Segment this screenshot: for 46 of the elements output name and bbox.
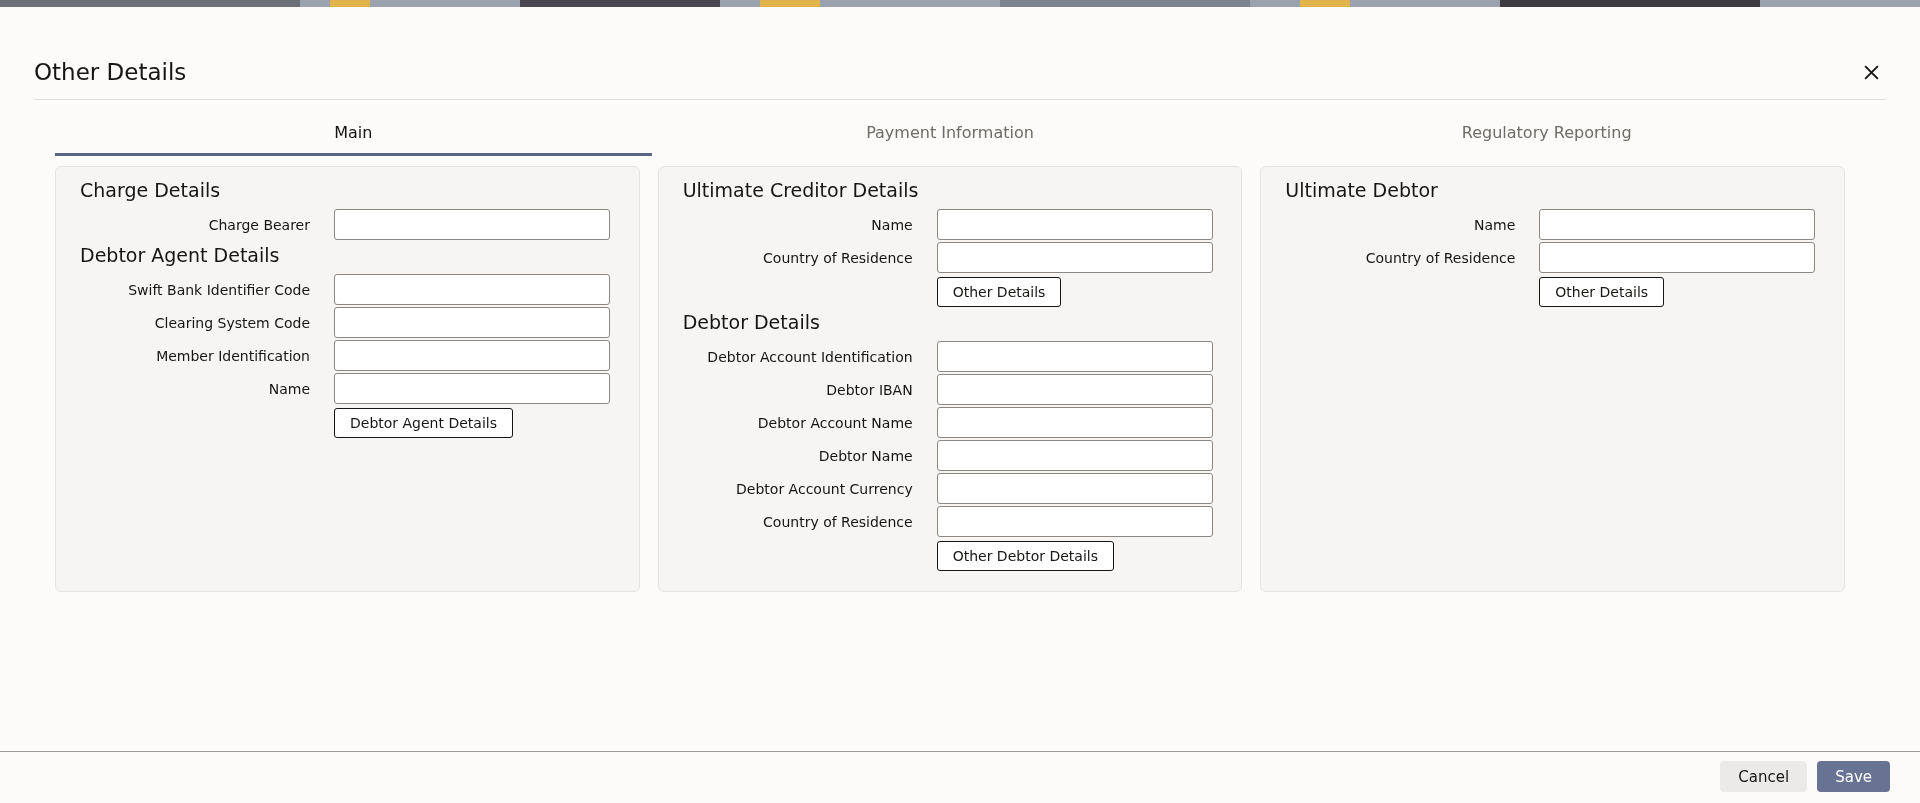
field-label: Name xyxy=(1473,216,1516,233)
input-field[interactable] xyxy=(936,440,1213,471)
section-heading: Charge Details xyxy=(80,179,222,201)
field-label: Debtor Account Name xyxy=(756,414,913,431)
field-label: Name xyxy=(870,216,913,233)
section-heading: Ultimate Creditor Details xyxy=(682,179,920,201)
input-field[interactable] xyxy=(334,340,610,371)
section-heading: Debtor Details xyxy=(682,311,821,333)
save-button[interactable]: Save xyxy=(1817,761,1890,792)
details-button[interactable]: Other Debtor Details xyxy=(936,541,1114,571)
field-label: Swift Bank Identifier Code xyxy=(127,281,310,298)
details-button[interactable]: Other Details xyxy=(936,277,1062,307)
input-field[interactable] xyxy=(1539,242,1816,273)
field-label: Country of Residence xyxy=(762,249,913,266)
field-label: Name xyxy=(267,380,310,397)
input-field[interactable] xyxy=(936,407,1213,438)
section-heading: Ultimate Debtor xyxy=(1285,179,1439,201)
input-field[interactable] xyxy=(334,373,610,404)
tab[interactable]: Regulatory Reporting xyxy=(1248,118,1845,156)
details-button[interactable]: Debtor Agent Details xyxy=(334,408,513,438)
input-field[interactable] xyxy=(936,506,1213,537)
cancel-button[interactable]: Cancel xyxy=(1720,761,1808,792)
dialog-title: Other Details xyxy=(34,59,187,85)
input-field[interactable] xyxy=(334,307,610,338)
field-label: Charge Bearer xyxy=(207,216,310,233)
input-field[interactable] xyxy=(936,341,1213,372)
tab[interactable]: Main xyxy=(55,118,652,156)
details-button[interactable]: Other Details xyxy=(1539,277,1665,307)
field-label: Clearing System Code xyxy=(153,314,310,331)
close-icon[interactable] xyxy=(1863,63,1880,81)
field-label: Member Identification xyxy=(155,347,310,364)
field-label: Debtor IBAN xyxy=(825,381,913,398)
input-field[interactable] xyxy=(334,274,610,305)
field-label: Debtor Name xyxy=(817,447,913,464)
field-label: Debtor Account Currency xyxy=(735,480,913,497)
field-label: Country of Residence xyxy=(762,513,913,530)
field-label: Country of Residence xyxy=(1364,249,1516,266)
input-field[interactable] xyxy=(936,374,1213,405)
input-field[interactable] xyxy=(936,242,1213,273)
tab[interactable]: Payment Information xyxy=(651,118,1249,156)
field-label: Debtor Account Identification xyxy=(706,348,913,365)
input-field[interactable] xyxy=(334,209,610,240)
input-field[interactable] xyxy=(1539,209,1816,240)
section-heading: Debtor Agent Details xyxy=(80,244,281,266)
input-field[interactable] xyxy=(936,209,1213,240)
input-field[interactable] xyxy=(936,473,1213,504)
